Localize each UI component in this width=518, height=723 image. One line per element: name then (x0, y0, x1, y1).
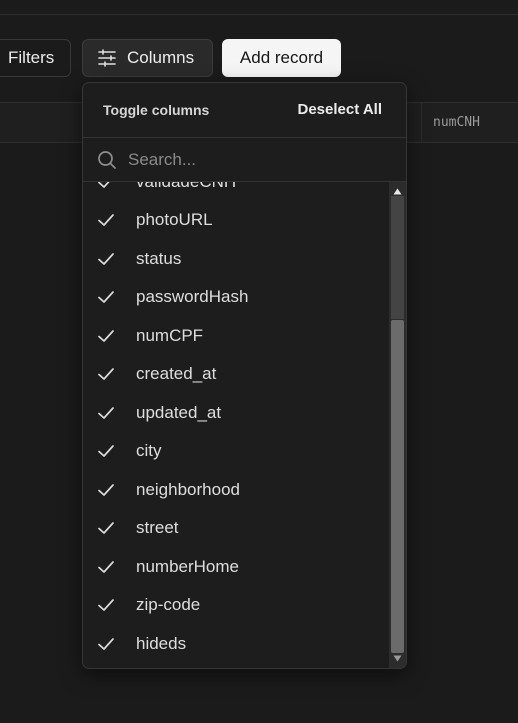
columns-label: Columns (127, 48, 195, 67)
check-icon (98, 445, 114, 457)
scrollbar-track[interactable] (391, 196, 404, 319)
check-icon (98, 561, 114, 573)
column-item-label: validadeCNH (136, 182, 236, 192)
check-icon (98, 522, 114, 534)
column-item-label: status (136, 249, 182, 268)
add-record-button[interactable]: Add record (222, 39, 341, 77)
column-item-created-at[interactable]: created_at (83, 355, 388, 393)
check-icon (98, 214, 114, 226)
scrollbar-thumb[interactable] (391, 320, 404, 653)
filters-label: Filters (8, 48, 55, 67)
check-icon (98, 253, 114, 265)
filters-button[interactable]: Filters (0, 39, 71, 77)
check-icon (98, 599, 114, 611)
check-icon (98, 368, 114, 380)
column-item-updated-at[interactable]: updated_at (83, 394, 388, 432)
column-item-label: photoURL (136, 210, 213, 229)
deselect-all-button[interactable]: Deselect All (298, 101, 383, 118)
column-item-label: numCPF (136, 326, 204, 345)
search-input[interactable] (126, 147, 380, 173)
column-item-passwordhash[interactable]: passwordHash (83, 278, 388, 316)
column-item-label: hideds (136, 634, 187, 653)
column-divider (421, 103, 422, 142)
column-item-zip-code[interactable]: zip-code (83, 586, 388, 624)
sliders-icon (98, 49, 116, 67)
column-item-label: zip-code (136, 595, 201, 614)
check-icon (98, 638, 114, 650)
column-header-numcnh[interactable]: numCNH (433, 115, 480, 130)
column-item-label: numberHome (136, 557, 239, 576)
column-item-city[interactable]: city (83, 432, 388, 470)
column-item-status[interactable]: status (83, 240, 388, 278)
check-icon (98, 330, 114, 342)
toggle-columns-dropdown: Toggle columns Deselect All validadeCNH … (82, 82, 407, 669)
scroll-down-arrow-icon[interactable] (393, 654, 402, 663)
check-icon (98, 291, 114, 303)
column-item-neighborhood[interactable]: neighborhood (83, 471, 388, 509)
dropdown-header: Toggle columns Deselect All (83, 83, 406, 138)
column-item-validadecnh[interactable]: validadeCNH (83, 182, 388, 201)
top-bar (0, 0, 518, 15)
column-list-scrollbar[interactable] (389, 182, 406, 668)
add-record-label: Add record (239, 48, 324, 67)
column-item-hideds[interactable]: hideds (83, 625, 388, 663)
check-icon (98, 484, 114, 496)
columns-button[interactable]: Columns (82, 39, 213, 77)
column-item-label: created_at (136, 364, 217, 383)
column-item-photourl[interactable]: photoURL (83, 201, 388, 239)
column-item-label: updated_at (136, 403, 222, 422)
column-item-label: passwordHash (136, 287, 249, 306)
check-icon (98, 182, 110, 188)
scroll-up-arrow-icon[interactable] (393, 187, 402, 196)
check-icon (98, 407, 114, 419)
column-item-numcpf[interactable]: numCPF (83, 317, 388, 355)
column-item-label: street (136, 518, 179, 537)
column-item-numberhome[interactable]: numberHome (83, 548, 388, 586)
search-icon (98, 151, 116, 169)
column-list: validadeCNH photoURL status passwordHash… (83, 182, 388, 668)
column-item-label: city (136, 441, 162, 460)
dropdown-title: Toggle columns (103, 102, 210, 118)
column-item-street[interactable]: street (83, 509, 388, 547)
column-search (83, 138, 406, 182)
column-item-label: neighborhood (136, 480, 240, 499)
